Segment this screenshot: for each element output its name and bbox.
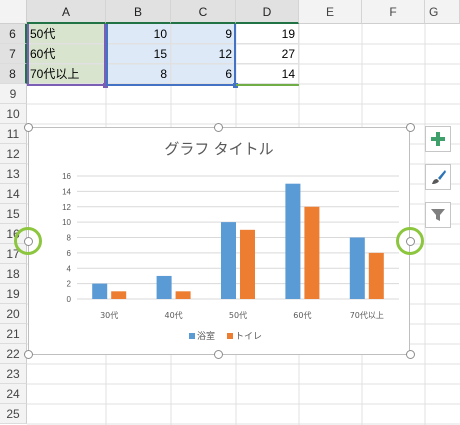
y-tick-label: 4 (67, 264, 72, 273)
bar-bath[interactable] (221, 222, 236, 299)
row-header[interactable]: 13 (0, 164, 27, 184)
legend-swatch-toilet (227, 333, 233, 339)
chart-styles-button[interactable] (425, 164, 451, 190)
row-header[interactable]: 25 (0, 404, 27, 424)
row-header[interactable]: 15 (0, 204, 27, 224)
chart-canvas: グラフ タイトル 0 2 4 6 8 10 12 14 16 30代 40代 50代 60代 70代以上浴… (62, 141, 399, 342)
column-header-d[interactable]: D (236, 0, 299, 24)
row-header[interactable]: 10 (0, 104, 27, 124)
bar-toilet[interactable] (175, 291, 191, 299)
y-tick-label: 14 (62, 187, 71, 196)
x-tick-label: 60代 (293, 310, 311, 320)
highlight-ring-right (396, 227, 424, 255)
total-range-underline (236, 84, 299, 86)
row-header[interactable]: 19 (0, 284, 27, 304)
y-tick-label: 8 (67, 234, 72, 243)
bar-bath[interactable] (285, 183, 301, 299)
legend-swatch-bath (189, 333, 195, 339)
bar-toilet[interactable] (111, 291, 127, 299)
row-header[interactable]: 18 (0, 264, 27, 284)
cell-total[interactable]: 27 (236, 44, 299, 64)
filter-icon (431, 209, 445, 221)
cell-total[interactable]: 14 (236, 64, 299, 84)
bar-bath[interactable] (349, 237, 365, 300)
column-header-b[interactable]: B (106, 0, 171, 24)
chart-filters-button[interactable] (425, 202, 451, 228)
row-header[interactable]: 23 (0, 364, 27, 384)
resize-handle-top-right[interactable] (406, 123, 415, 132)
value-range-outline (106, 24, 236, 86)
cell-total[interactable]: 19 (236, 24, 299, 44)
bar-bath[interactable] (156, 275, 172, 299)
row-header[interactable]: 12 (0, 144, 27, 164)
bar-toilet[interactable] (304, 206, 320, 299)
chart-area[interactable]: グラフ タイトル 0 2 4 6 8 10 12 14 16 30代 40代 50代 60代 70代以上浴… (28, 127, 410, 355)
select-all-corner[interactable] (0, 0, 27, 24)
column-header-e[interactable]: E (299, 0, 362, 24)
category-range-outline (27, 24, 106, 86)
legend-label-toilet[interactable]: トイレ (235, 332, 262, 342)
column-header-c[interactable]: C (171, 0, 236, 24)
x-tick-label: 30代 (100, 310, 118, 320)
row-header[interactable]: 14 (0, 184, 27, 204)
row-header[interactable]: 7 (0, 44, 27, 64)
resize-handle-top[interactable] (214, 123, 223, 132)
bar-bath[interactable] (92, 283, 108, 299)
row-header[interactable]: 11 (0, 124, 27, 144)
row-header[interactable]: 6 (0, 24, 27, 44)
row-header[interactable]: 20 (0, 304, 27, 324)
row-header[interactable]: 24 (0, 384, 27, 404)
y-tick-label: 2 (67, 280, 72, 289)
resize-handle-bottom-left[interactable] (24, 350, 33, 359)
chart-title[interactable]: グラフ タイトル (164, 141, 273, 158)
resize-handle-bottom-right[interactable] (406, 350, 415, 359)
bar-toilet[interactable] (368, 252, 384, 299)
resize-handle-bottom[interactable] (214, 350, 223, 359)
row-header[interactable]: 21 (0, 324, 27, 344)
y-tick-label: 6 (67, 249, 72, 258)
column-header-g[interactable]: G (425, 0, 460, 24)
row-header[interactable]: 8 (0, 64, 27, 84)
legend-label-bath[interactable]: 浴室 (197, 330, 215, 342)
x-tick-label: 70代以上 (350, 310, 384, 320)
highlight-ring-left (14, 227, 42, 255)
y-tick-label: 12 (62, 203, 71, 212)
resize-handle-top-left[interactable] (24, 123, 33, 132)
y-tick-label: 16 (62, 172, 71, 181)
column-header-a[interactable]: A (27, 0, 106, 24)
row-header[interactable]: 22 (0, 344, 27, 364)
x-tick-label: 50代 (229, 310, 247, 320)
plus-icon (431, 132, 445, 146)
brush-icon (432, 170, 446, 184)
y-tick-label: 0 (67, 295, 72, 304)
column-header-f[interactable]: F (362, 0, 425, 24)
bar-toilet[interactable] (240, 229, 255, 299)
spreadsheet-grid[interactable]: A B C D E F G 6 7 8 9 10 11 12 13 14 15 … (0, 0, 460, 425)
y-tick-label: 10 (62, 218, 71, 227)
chart-elements-button[interactable] (425, 126, 451, 152)
row-header[interactable]: 9 (0, 84, 27, 104)
x-tick-label: 40代 (165, 310, 183, 320)
